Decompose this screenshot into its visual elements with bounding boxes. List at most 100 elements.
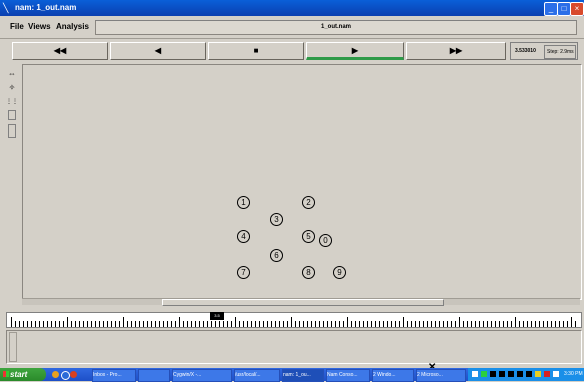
ruler-tick [135, 321, 136, 327]
taskbar-item[interactable]: 2 Windo... [372, 369, 414, 382]
ruler-tick [183, 321, 184, 327]
ruler-tick [331, 321, 332, 327]
network-node[interactable]: 5 [302, 230, 315, 243]
time-slider[interactable]: 3.5 [210, 312, 224, 320]
network-node[interactable]: 0 [319, 234, 332, 247]
tray-icon[interactable] [499, 371, 505, 377]
ruler-tick [147, 321, 148, 327]
ruler-tick [175, 321, 176, 327]
tray-icon[interactable] [508, 371, 514, 377]
quicklaunch-icon[interactable] [61, 371, 70, 380]
ruler-tick [143, 321, 144, 327]
zoom-in-icon[interactable]: ⇔ [6, 68, 18, 80]
ruler-tick [151, 321, 152, 327]
stop-button[interactable]: ■ [208, 42, 304, 60]
ruler-tick [155, 321, 156, 327]
ruler-tick [463, 321, 464, 327]
timeline-ruler[interactable]: 3.5 [6, 312, 582, 328]
fast-forward-button[interactable]: ▶▶ [406, 42, 506, 60]
taskbar-item[interactable]: Cygwin/X -... [172, 369, 232, 382]
canvas-scrollbar[interactable] [22, 298, 580, 306]
ruler-tick [507, 321, 508, 327]
ruler-tick [343, 321, 344, 327]
ruler-tick [159, 321, 160, 327]
ruler-tick [447, 321, 448, 327]
system-tray: 3:30 PM [468, 368, 584, 381]
ruler-tick [199, 321, 200, 327]
ruler-tick [523, 321, 524, 327]
maximize-icon[interactable]: □ [557, 2, 571, 16]
ruler-tick [483, 321, 484, 327]
menu-bar: File Views Analysis 1_out.nam [0, 16, 584, 39]
ruler-tick [63, 321, 64, 327]
network-node[interactable]: 1 [237, 196, 250, 209]
network-node[interactable]: 7 [237, 266, 250, 279]
ruler-tick [223, 321, 224, 327]
ruler-tick [79, 321, 80, 327]
menu-analysis[interactable]: Analysis [56, 22, 89, 31]
network-node[interactable]: 4 [237, 230, 250, 243]
ruler-tick [59, 321, 60, 327]
quicklaunch-icon[interactable] [52, 371, 59, 378]
ruler-tick [107, 321, 108, 327]
tool-5-icon[interactable] [8, 124, 16, 138]
ruler-tick [279, 321, 280, 327]
network-node[interactable]: 8 [302, 266, 315, 279]
tray-icon[interactable] [526, 371, 532, 377]
step-size[interactable]: Step: 2.9ms [544, 45, 576, 59]
step-back-button[interactable]: ◀ [110, 42, 206, 60]
ruler-tick [527, 321, 528, 327]
tray-icon[interactable] [535, 371, 541, 377]
network-node[interactable]: 3 [270, 213, 283, 226]
window-title: nam: 1_out.nam [15, 3, 77, 12]
tool-4-icon[interactable] [8, 110, 16, 120]
taskbar-item[interactable]: Nam Conso... [326, 369, 370, 382]
ruler-tick [15, 321, 16, 327]
tray-icon[interactable] [517, 371, 523, 377]
play-button[interactable]: ▶ [306, 42, 404, 60]
ruler-tick [271, 321, 272, 327]
menu-file[interactable]: File [10, 22, 24, 31]
scrollbar-thumb[interactable] [162, 299, 444, 306]
network-node[interactable]: 9 [333, 266, 346, 279]
taskbar-item[interactable]: /usr/local/... [234, 369, 280, 382]
ruler-ticks [7, 313, 581, 327]
ruler-tick [327, 321, 328, 327]
tray-icon[interactable] [544, 371, 550, 377]
ruler-tick [111, 321, 112, 327]
tray-icon[interactable] [490, 371, 496, 377]
taskbar-item[interactable]: Inbox - Pro... [92, 369, 136, 382]
clock: 3:30 PM [564, 371, 583, 377]
tray-icon[interactable] [481, 371, 487, 377]
taskbar-item[interactable]: 2 Microso... [416, 369, 466, 382]
ruler-tick [399, 321, 400, 327]
ruler-tick [315, 321, 316, 327]
quicklaunch-icon[interactable] [70, 371, 77, 378]
animation-canvas[interactable]: 1 2 3 4 5 0 6 7 8 9 [22, 64, 582, 300]
ruler-tick [255, 321, 256, 327]
left-toolbar: ⇔ ✧ ⋮⋮ [6, 66, 20, 146]
rewind-button[interactable]: ◀◀ [12, 42, 108, 60]
ruler-tick [31, 321, 32, 327]
zoom-out-icon[interactable]: ✧ [6, 82, 18, 94]
network-node[interactable]: 2 [302, 196, 315, 209]
ruler-tick [439, 321, 440, 327]
network-node[interactable]: 6 [270, 249, 283, 262]
menu-views[interactable]: Views [28, 22, 51, 31]
monitor-scrollbar[interactable] [9, 332, 17, 362]
title-bar: ╲ nam: 1_out.nam _ □ × [0, 0, 584, 16]
tray-icon[interactable] [472, 371, 478, 377]
ruler-tick [371, 321, 372, 327]
time-display: 3.533010 Step: 2.9ms [510, 42, 578, 60]
ruler-tick [487, 321, 488, 327]
minimize-icon[interactable]: _ [544, 2, 558, 16]
taskbar-item[interactable]: nam: 1_ou... [282, 369, 324, 382]
current-time: 3.533010 [515, 48, 536, 54]
ruler-tick [67, 317, 68, 327]
close-icon[interactable]: × [570, 2, 584, 16]
tray-icon[interactable] [553, 371, 559, 377]
tool-3-icon[interactable]: ⋮⋮ [6, 96, 18, 108]
taskbar-item[interactable] [138, 369, 170, 382]
ruler-tick [543, 321, 544, 327]
start-button[interactable]: start [0, 368, 46, 381]
